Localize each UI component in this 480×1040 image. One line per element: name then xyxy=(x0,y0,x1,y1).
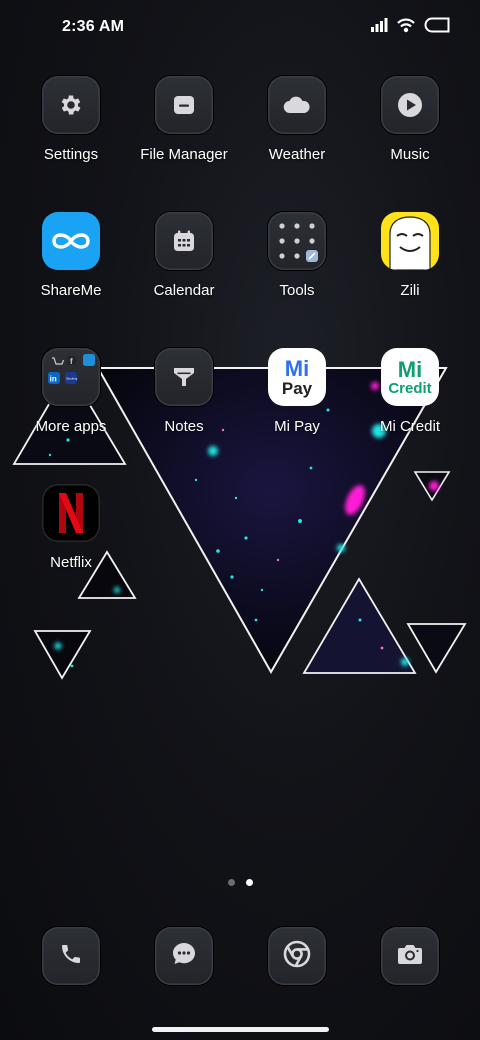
dock-phone[interactable] xyxy=(42,927,100,985)
calendar-icon xyxy=(155,212,213,270)
funnel-icon xyxy=(155,348,213,406)
app-label: Netflix xyxy=(50,554,92,571)
status-bar: 2:36 AM xyxy=(0,0,480,56)
dock-messages[interactable] xyxy=(155,927,213,985)
app-settings[interactable]: Settings xyxy=(14,76,128,196)
status-time: 2:36 AM xyxy=(62,18,125,35)
mi-pay-logo-pay: Pay xyxy=(281,378,313,398)
linkedin-icon: in xyxy=(48,372,60,384)
app-mi-pay[interactable]: Mi Pay Mi Pay xyxy=(240,348,354,468)
dock-camera[interactable] xyxy=(381,927,439,985)
app-music[interactable]: Music xyxy=(353,76,467,196)
booking-logo-text: Booking xyxy=(67,377,78,381)
zili-face-icon xyxy=(381,212,439,270)
infinity-icon xyxy=(42,212,100,270)
mi-credit-logo-credit: Credit xyxy=(388,379,432,397)
app-label: Zili xyxy=(400,282,420,299)
phone-icon xyxy=(59,942,83,971)
app-label: Music xyxy=(390,146,430,163)
amazon-prime-icon xyxy=(83,354,95,366)
camera-icon xyxy=(396,942,424,971)
cloud-icon xyxy=(268,76,326,134)
chrome-icon xyxy=(283,940,311,973)
app-weather[interactable]: Weather xyxy=(240,76,354,196)
facebook-icon: f xyxy=(67,356,76,366)
mi-credit-logo: Mi Credit xyxy=(381,348,439,406)
home-gesture-bar[interactable] xyxy=(152,1027,329,1032)
play-icon xyxy=(381,76,439,134)
svg-text:f: f xyxy=(70,357,73,366)
app-label: Mi Credit xyxy=(379,418,440,435)
app-calendar[interactable]: Calendar xyxy=(127,212,241,332)
app-tools[interactable]: Tools xyxy=(240,212,354,332)
app-notes[interactable]: Notes xyxy=(127,348,241,468)
battery-icon xyxy=(424,17,450,38)
mi-pay-logo: Mi Pay xyxy=(268,348,326,406)
app-netflix[interactable]: Netflix xyxy=(14,484,128,604)
linkedin-logo-text: in xyxy=(50,375,57,384)
netflix-n-icon xyxy=(42,484,100,542)
dock-chrome[interactable] xyxy=(268,927,326,985)
app-zili[interactable]: Zili xyxy=(353,212,467,332)
page-indicator[interactable] xyxy=(228,879,253,886)
booking-icon: Booking xyxy=(65,372,78,384)
app-file-manager[interactable]: File Manager xyxy=(127,76,241,196)
app-mi-credit[interactable]: Mi Credit Mi Credit xyxy=(353,348,467,468)
apps-folder-icon: f in Booking xyxy=(42,348,100,406)
cart-icon xyxy=(52,357,65,365)
signal-icon xyxy=(371,18,388,37)
app-shareme[interactable]: ShareMe xyxy=(14,212,128,332)
folder-icon xyxy=(155,76,213,134)
page-dot-2-active[interactable] xyxy=(246,879,253,886)
hotspot-icon xyxy=(396,17,416,38)
app-more-apps[interactable]: f in Booking More apps xyxy=(14,348,128,468)
page-dot-1[interactable] xyxy=(228,879,235,886)
messages-icon xyxy=(171,941,197,972)
gear-icon xyxy=(42,76,100,134)
mi-pay-logo-mi: Mi xyxy=(284,355,310,381)
status-icons xyxy=(371,17,450,38)
mi-credit-logo-mi: Mi xyxy=(397,356,423,382)
tools-folder-icon xyxy=(268,212,326,270)
